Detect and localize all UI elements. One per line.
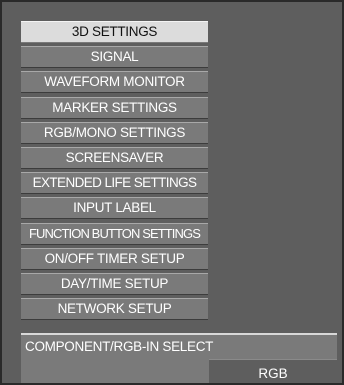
component-rgb-in-select-value: RGB xyxy=(258,366,288,381)
menu-item-day-time-setup[interactable]: DAY/TIME SETUP xyxy=(21,272,208,295)
menu-item-rgb-mono-settings[interactable]: RGB/MONO SETTINGS xyxy=(21,121,208,144)
menu-item-marker-settings[interactable]: MARKER SETTINGS xyxy=(21,96,208,119)
menu-item-on-off-timer-setup[interactable]: ON/OFF TIMER SETUP xyxy=(21,247,208,270)
menu-item-function-button-settings[interactable]: FUNCTION BUTTON SETTINGS xyxy=(21,222,208,245)
setup-menu-list: 3D SETTINGS SIGNAL WAVEFORM MONITOR MARK… xyxy=(21,21,208,323)
menu-item-extended-life-settings[interactable]: EXTENDED LIFE SETTINGS xyxy=(21,172,208,195)
menu-item-waveform-monitor[interactable]: WAVEFORM MONITOR xyxy=(21,71,208,94)
menu-item-input-label[interactable]: INPUT LABEL xyxy=(21,197,208,220)
menu-item-screensaver[interactable]: SCREENSAVER xyxy=(21,146,208,169)
component-rgb-in-select-setting[interactable]: COMPONENT/RGB-IN SELECT RGB xyxy=(21,333,337,383)
component-rgb-in-select-value-box[interactable]: RGB xyxy=(209,359,337,383)
menu-item-3d-settings[interactable]: 3D SETTINGS xyxy=(21,21,208,43)
osd-menu-panel: 3D SETTINGS SIGNAL WAVEFORM MONITOR MARK… xyxy=(0,0,344,385)
menu-item-signal[interactable]: SIGNAL xyxy=(21,46,208,69)
menu-item-network-setup[interactable]: NETWORK SETUP xyxy=(21,298,208,321)
component-rgb-in-select-label: COMPONENT/RGB-IN SELECT xyxy=(25,339,214,354)
